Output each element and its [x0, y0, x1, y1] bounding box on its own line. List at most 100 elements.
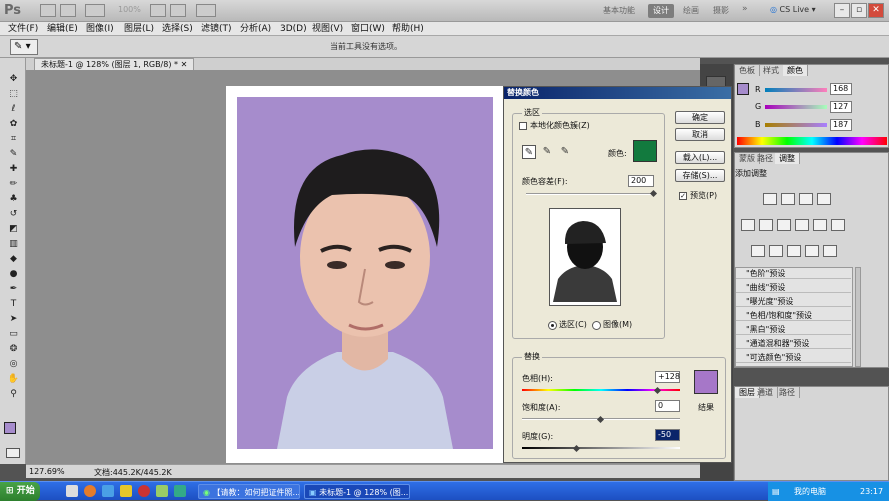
type-tool-icon[interactable]: T [7, 299, 20, 309]
cs-live-button[interactable]: ◎ CS Live ▾ [770, 5, 816, 14]
fuzziness-input[interactable]: 200 [628, 175, 654, 187]
preset-exposure[interactable]: "曝光度"预设 [736, 296, 851, 307]
hue-saturation-icon[interactable] [759, 219, 773, 231]
crop-tool-icon[interactable]: ⌗ [7, 134, 20, 144]
pen-tool-icon[interactable]: ✒ [7, 284, 20, 294]
cancel-button[interactable]: 取消 [675, 128, 725, 141]
healing-brush-tool-icon[interactable]: ✚ [7, 164, 20, 174]
channel-b-slider[interactable] [765, 123, 827, 127]
preview-checkbox[interactable]: ✓ [679, 192, 687, 200]
hand-tool-button[interactable] [150, 4, 166, 17]
brush-tool-icon[interactable]: ✏ [7, 179, 20, 189]
result-color-swatch[interactable] [694, 370, 718, 394]
quicklaunch-im-icon[interactable] [174, 485, 186, 497]
tab-swatches[interactable]: 色板 [735, 65, 760, 76]
preset-black-white[interactable]: "黑白"预设 [736, 324, 851, 335]
panel-foreground-swatch[interactable] [737, 83, 749, 95]
document-tab[interactable]: 未标题-1 @ 128% (图层 1, RGB/8) * ✕ [34, 58, 195, 70]
hand-tool-icon[interactable]: ✋ [7, 374, 20, 384]
eyedropper-icon[interactable]: ✎ [522, 145, 536, 159]
dodge-tool-icon[interactable]: ● [7, 269, 20, 279]
menu-3d[interactable]: 3D(D) [280, 22, 307, 36]
workspace-photography[interactable]: 摄影 [708, 4, 734, 18]
fuzziness-slider-track[interactable] [526, 193, 654, 195]
workspace-more-icon[interactable]: » [742, 4, 748, 14]
move-tool-icon[interactable]: ✥ [7, 74, 20, 84]
lightness-input[interactable]: -50 [655, 429, 680, 441]
mini-bridge-icon[interactable] [60, 4, 76, 17]
task-browser-window[interactable]: ◉ 【请教：如何把证件照... [198, 484, 300, 499]
ok-button[interactable]: 确定 [675, 111, 725, 124]
gradient-tool-icon[interactable]: ▥ [7, 239, 20, 249]
radio-image[interactable] [592, 321, 601, 330]
lightness-slider-track[interactable] [522, 447, 680, 449]
preset-curves[interactable]: "曲线"预设 [736, 282, 851, 293]
channel-b-value[interactable]: 187 [830, 119, 852, 131]
preset-channel-mixer[interactable]: "通道混和器"预设 [736, 338, 851, 349]
3d-rotate-tool-icon[interactable]: ❂ [7, 344, 20, 354]
quicklaunch-media-icon[interactable] [138, 485, 150, 497]
tab-styles[interactable]: 样式 [759, 65, 784, 76]
menu-file[interactable]: 文件(F) [8, 22, 38, 36]
view-extras-button[interactable] [85, 4, 105, 17]
menu-analysis[interactable]: 分析(A) [240, 22, 271, 36]
channel-r-slider[interactable] [765, 88, 827, 92]
invert-icon[interactable] [751, 245, 765, 257]
selected-color-swatch[interactable] [633, 140, 657, 162]
foreground-color-swatch[interactable] [4, 422, 16, 434]
history-brush-tool-icon[interactable]: ↺ [7, 209, 20, 219]
menu-filter[interactable]: 滤镜(T) [201, 22, 232, 36]
vibrance-icon[interactable] [741, 219, 755, 231]
radio-selection[interactable] [548, 321, 557, 330]
status-zoom[interactable]: 127.69% [29, 467, 65, 476]
menu-window[interactable]: 窗口(W) [351, 22, 385, 36]
maximize-button[interactable]: ▫ [851, 3, 867, 18]
eyedropper-tool-icon[interactable]: ✎ [7, 149, 20, 159]
color-balance-icon[interactable] [777, 219, 791, 231]
preset-hue-saturation[interactable]: "色相/饱和度"预设 [736, 310, 851, 321]
preset-selective-color[interactable]: "可选颜色"预设 [736, 352, 851, 363]
brightness-icon[interactable] [763, 193, 777, 205]
preset-list-scrollbar[interactable] [855, 267, 861, 367]
menu-image[interactable]: 图像(I) [86, 22, 114, 36]
minimize-button[interactable]: – [834, 3, 850, 18]
3d-orbit-tool-icon[interactable]: ◎ [7, 359, 20, 369]
quick-select-tool-icon[interactable]: ✿ [7, 119, 20, 129]
selective-color-icon[interactable] [823, 245, 837, 257]
close-button[interactable]: ✕ [868, 3, 884, 18]
quick-mask-button[interactable] [6, 448, 20, 458]
quicklaunch-tool-icon[interactable] [156, 485, 168, 497]
black-white-icon[interactable] [795, 219, 809, 231]
channel-g-value[interactable]: 127 [830, 101, 852, 113]
lasso-tool-icon[interactable]: ℓ [7, 104, 20, 114]
localized-clusters-checkbox[interactable] [519, 122, 527, 130]
path-selection-tool-icon[interactable]: ➤ [7, 314, 20, 324]
menu-select[interactable]: 选择(S) [162, 22, 193, 36]
levels-icon[interactable] [781, 193, 795, 205]
preset-levels[interactable]: "色阶"预设 [736, 268, 851, 279]
menu-help[interactable]: 帮助(H) [392, 22, 424, 36]
tray-clock[interactable]: 23:17 [860, 482, 883, 501]
channel-mixer-icon[interactable] [831, 219, 845, 231]
saturation-input[interactable]: 0 [655, 400, 680, 412]
zoom-tool-icon[interactable]: ⚲ [7, 389, 20, 399]
menu-layer[interactable]: 图层(L) [124, 22, 154, 36]
photo-filter-icon[interactable] [813, 219, 827, 231]
zoom-tool-button[interactable] [170, 4, 186, 17]
tab-close-icon[interactable]: ✕ [181, 60, 188, 69]
tab-layer-paths[interactable]: 路径 [775, 387, 800, 398]
eyedropper-minus-icon[interactable]: ✎ [558, 145, 572, 159]
marquee-tool-icon[interactable]: ⬚ [7, 89, 20, 99]
quicklaunch-app-icon[interactable] [120, 485, 132, 497]
gradient-map-icon[interactable] [805, 245, 819, 257]
load-button[interactable]: 载入(L)... [675, 151, 725, 164]
shape-tool-icon[interactable]: ▭ [7, 329, 20, 339]
channel-r-value[interactable]: 168 [830, 83, 852, 95]
tab-color[interactable]: 颜色 [783, 65, 808, 76]
start-button[interactable]: ⊞ 开始 [0, 482, 40, 501]
menu-view[interactable]: 视图(V) [312, 22, 343, 36]
exposure-icon[interactable] [817, 193, 831, 205]
bridge-icon[interactable] [40, 4, 56, 17]
curves-icon[interactable] [799, 193, 813, 205]
threshold-icon[interactable] [787, 245, 801, 257]
